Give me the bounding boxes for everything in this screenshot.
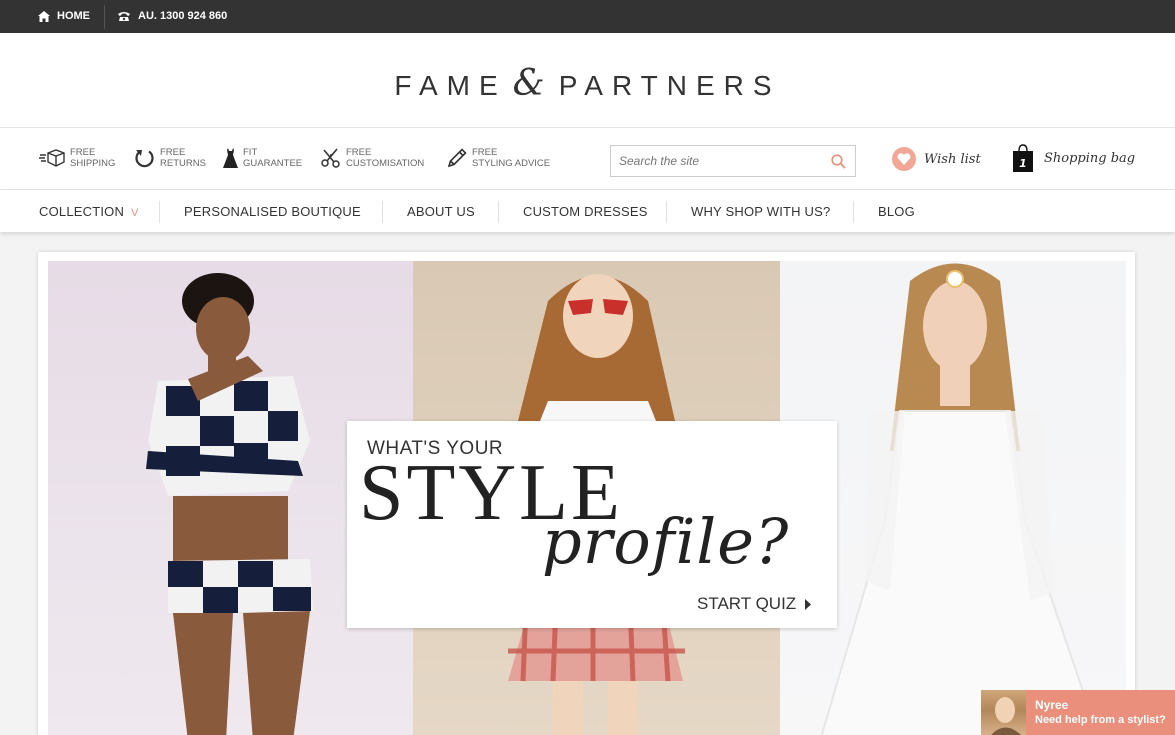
pencil-icon <box>447 148 467 168</box>
feature-line2: RETURNS <box>160 158 206 169</box>
feature-free-customisation: FREE CUSTOMISATION <box>321 147 424 169</box>
start-quiz-label: START QUIZ <box>697 594 797 613</box>
phone-icon <box>118 11 130 21</box>
nav-separator <box>159 201 160 223</box>
nav-collection-label: COLLECTION <box>39 204 125 219</box>
feature-free-returns: FREE RETURNS <box>134 147 206 169</box>
top-bar: HOME AU. 1300 924 860 <box>0 0 1175 33</box>
home-link[interactable]: HOME <box>38 10 90 22</box>
returns-arrow-icon <box>135 149 154 167</box>
home-label: HOME <box>57 10 90 22</box>
shopping-bag-icon: 1 <box>1013 144 1033 172</box>
nav-separator <box>853 201 854 223</box>
feature-fit-guarantee: FIT GUARANTEE <box>223 147 302 169</box>
feature-line1: FREE <box>346 147 372 158</box>
wishlist-link[interactable]: Wish list <box>892 147 981 171</box>
brand-word1: FAME <box>394 70 507 101</box>
phone-link[interactable]: AU. 1300 924 860 <box>117 10 227 22</box>
scissors-icon <box>321 148 340 168</box>
nav-separator <box>498 201 499 223</box>
feature-free-styling-advice: FREE STYLING ADVICE <box>447 147 550 169</box>
heart-icon <box>892 147 916 171</box>
nav-separator <box>382 201 383 223</box>
nav-collection[interactable]: COLLECTION V <box>39 204 139 219</box>
shopping-bag-label: Shopping bag <box>1044 151 1136 166</box>
feature-line2: STYLING ADVICE <box>472 158 551 169</box>
brand-amp: & <box>512 63 545 104</box>
stylist-chat-widget[interactable]: Nyree Need help from a stylist? <box>981 690 1175 735</box>
chat-text: Nyree Need help from a stylist? <box>1026 698 1166 728</box>
nav-separator <box>666 201 667 223</box>
nav-about-us[interactable]: ABOUT US <box>407 204 475 219</box>
shopping-bag-link[interactable]: 1 Shopping bag <box>1012 144 1135 173</box>
logo-area: FAME & PARTNERS <box>0 33 1175 128</box>
feature-line2: SHIPPING <box>70 158 116 169</box>
chevron-right-icon <box>805 598 812 610</box>
feature-line1: FREE <box>70 147 96 158</box>
stylist-name: Nyree <box>1035 697 1069 712</box>
feature-line1: FREE <box>160 147 186 158</box>
nav-personalised-boutique[interactable]: PERSONALISED BOUTIQUE <box>184 204 361 219</box>
style-quiz-card[interactable]: WHAT'S YOUR STYLE profile? START QUIZ <box>347 421 837 628</box>
nav-blog[interactable]: BLOG <box>878 204 915 219</box>
search-icon[interactable] <box>831 154 846 169</box>
feature-line1: FIT <box>243 147 258 158</box>
brand-word2: PARTNERS <box>558 70 781 101</box>
search-box <box>610 145 856 177</box>
feature-line2: GUARANTEE <box>243 158 303 169</box>
dress-icon <box>223 148 238 168</box>
main-nav: COLLECTION V PERSONALISED BOUTIQUE ABOUT … <box>0 190 1175 232</box>
shipping-box-icon <box>39 149 65 167</box>
quiz-heading-script: profile? <box>542 505 790 578</box>
phone-label: AU. 1300 924 860 <box>138 10 228 22</box>
brand-logo[interactable]: FAME & PARTNERS <box>0 63 1175 104</box>
home-icon <box>38 10 50 22</box>
feature-free-shipping: FREE SHIPPING <box>38 147 115 169</box>
wishlist-label: Wish list <box>924 151 981 167</box>
nav-why-shop-with-us[interactable]: WHY SHOP WITH US? <box>691 204 830 219</box>
nav-custom-dresses[interactable]: CUSTOM DRESSES <box>523 204 648 219</box>
feature-line2: CUSTOMISATION <box>346 158 425 169</box>
topbar-divider <box>104 5 105 29</box>
chat-message: Need help from a stylist? <box>1035 713 1166 726</box>
avatar <box>981 690 1026 735</box>
chevron-down-icon: V <box>131 207 139 219</box>
start-quiz-button[interactable]: START QUIZ <box>697 594 812 614</box>
search-input[interactable] <box>611 146 816 176</box>
feature-line1: FREE <box>472 147 498 158</box>
bag-count: 1 <box>1019 157 1027 170</box>
